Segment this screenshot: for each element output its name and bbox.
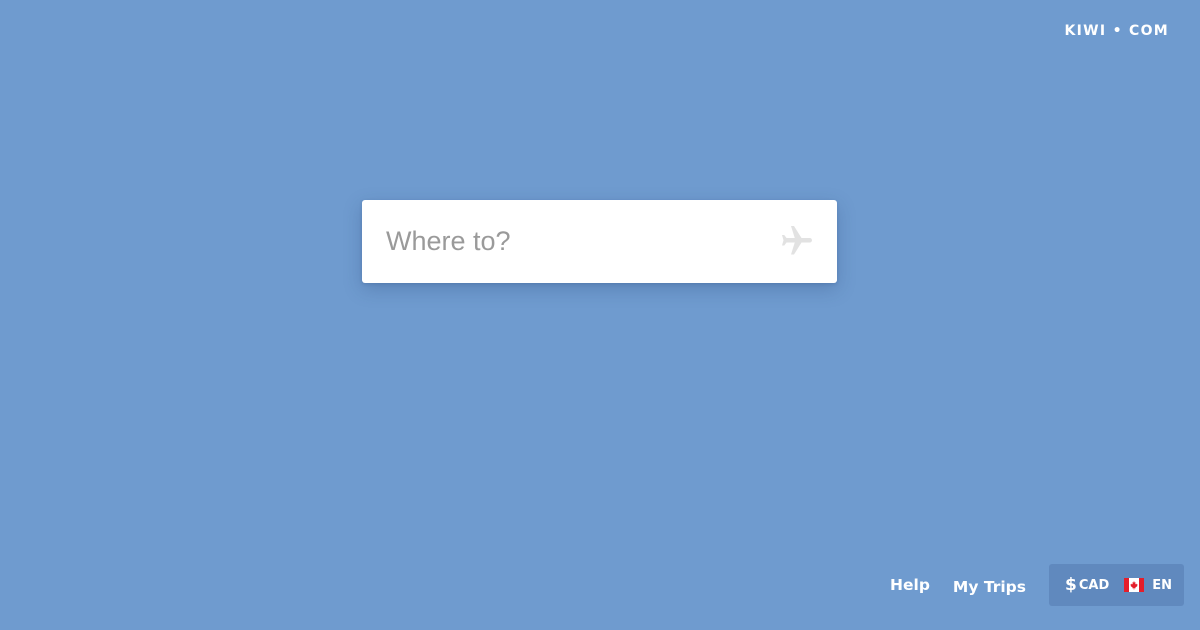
kiwi-logo[interactable]: KIWI • COM xyxy=(1064,21,1169,41)
search-input[interactable] xyxy=(386,200,766,283)
language-code: EN xyxy=(1152,577,1173,593)
help-link[interactable]: Help xyxy=(890,576,930,594)
canada-flag-icon xyxy=(1124,578,1145,592)
currency-code: CAD xyxy=(1078,577,1110,593)
airplane-icon xyxy=(782,226,812,255)
search-box[interactable] xyxy=(362,200,837,283)
my-trips-link[interactable]: My Trips xyxy=(953,578,1026,596)
currency-symbol: $ xyxy=(1065,575,1077,595)
footer-nav: Help My Trips $ CAD EN xyxy=(890,564,1184,606)
locale-button[interactable]: $ CAD EN xyxy=(1049,564,1184,606)
